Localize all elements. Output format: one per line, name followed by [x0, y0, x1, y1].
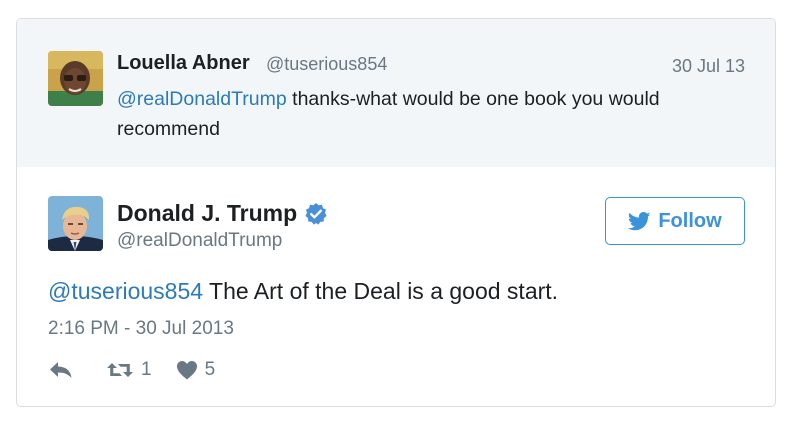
parent-author-handle[interactable]: @tuserious854 [266, 54, 387, 75]
retweet-icon [107, 363, 133, 377]
parent-tweet-text: @realDonaldTrump thanks-what would be on… [117, 84, 737, 144]
main-author-avatar[interactable] [48, 196, 103, 251]
main-author-name[interactable]: Donald J. Trump [117, 200, 297, 227]
main-tweet-body: The Art of the Deal is a good start. [203, 278, 559, 304]
like-count: 5 [204, 359, 216, 380]
heart-icon [176, 361, 197, 380]
twitter-bird-icon [628, 211, 651, 230]
main-tweet-text: @tuserious854 The Art of the Deal is a g… [48, 278, 748, 305]
reply-icon [50, 362, 72, 378]
main-mention-link[interactable]: @tuserious854 [48, 278, 203, 304]
parent-mention-link[interactable]: @realDonaldTrump [117, 88, 287, 110]
embedded-tweet-card: Louella Abner @tuserious854 30 Jul 13 @r… [16, 18, 776, 407]
verified-badge-icon [304, 202, 328, 226]
main-author-handle[interactable]: @realDonaldTrump [117, 230, 282, 252]
reply-button[interactable] [48, 360, 74, 380]
follow-button-label: Follow [658, 209, 722, 232]
tweet-actions: 1 5 [48, 359, 215, 381]
follow-button[interactable]: Follow [605, 197, 745, 245]
main-author-name-row: Donald J. Trump [117, 200, 328, 227]
parent-tweet-date[interactable]: 30 Jul 13 [672, 56, 745, 77]
like-button[interactable]: 5 [176, 359, 216, 381]
parent-author-avatar[interactable] [48, 51, 103, 106]
parent-author-name[interactable]: Louella Abner [117, 52, 250, 75]
tweet-timestamp[interactable]: 2:16 PM - 30 Jul 2013 [48, 318, 234, 340]
retweet-count: 1 [141, 359, 152, 380]
parent-tweet[interactable]: Louella Abner @tuserious854 30 Jul 13 @r… [17, 19, 775, 167]
retweet-button[interactable]: 1 [106, 359, 152, 381]
